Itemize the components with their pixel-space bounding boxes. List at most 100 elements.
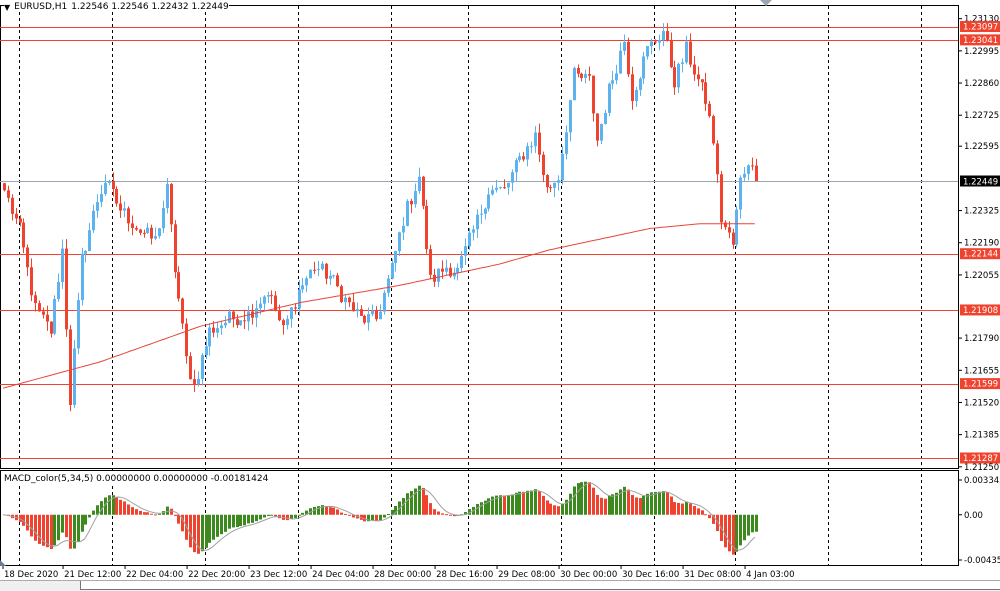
macd-bar bbox=[383, 514, 386, 518]
chart-title: ▼ EURUSD,H1 1.22546 1.22546 1.22432 1.22… bbox=[4, 2, 229, 12]
candle-body bbox=[224, 322, 227, 326]
macd-bar bbox=[662, 491, 665, 515]
candle-body bbox=[549, 187, 552, 189]
candle-body bbox=[348, 297, 351, 303]
candle-body bbox=[139, 229, 142, 233]
candle-body bbox=[298, 289, 301, 309]
candle-body bbox=[755, 165, 758, 181]
macd-bar bbox=[685, 501, 688, 515]
macd-bar bbox=[573, 486, 576, 515]
candle-body bbox=[81, 253, 84, 301]
macd-bar bbox=[666, 492, 669, 515]
macd-bar bbox=[57, 514, 60, 541]
current-price-label: 1.22449 bbox=[963, 178, 998, 188]
candle-body bbox=[301, 285, 304, 290]
time-tick-label: 21 Dec 12:00 bbox=[64, 570, 121, 580]
level-price-label: 1.23097 bbox=[963, 23, 998, 33]
macd-bar bbox=[332, 507, 335, 515]
candle-body bbox=[119, 203, 122, 211]
macd-bar bbox=[747, 514, 750, 536]
candle-body bbox=[507, 182, 510, 188]
candle-body bbox=[263, 296, 266, 304]
candle-body bbox=[414, 191, 417, 205]
candle-body bbox=[515, 160, 518, 173]
macd-bar bbox=[542, 495, 545, 515]
candle-body bbox=[69, 329, 72, 405]
candle-body bbox=[88, 230, 91, 252]
candle-body bbox=[15, 213, 18, 219]
candle-body bbox=[422, 176, 425, 206]
level-price-label: 1.21287 bbox=[963, 454, 998, 464]
macd-bar bbox=[387, 514, 390, 516]
price-tick-label: 1.21520 bbox=[964, 398, 999, 408]
candle-body bbox=[654, 41, 657, 43]
candle-body bbox=[437, 268, 440, 282]
macd-bar bbox=[530, 490, 533, 515]
bottom-scrollbar[interactable] bbox=[0, 580, 1000, 591]
candle-body bbox=[259, 303, 262, 309]
time-tick-label: 30 Dec 16:00 bbox=[622, 570, 679, 580]
candle-body bbox=[294, 307, 297, 309]
macd-bar bbox=[728, 514, 731, 552]
candle-body bbox=[216, 328, 219, 333]
candle-body bbox=[286, 318, 289, 326]
macd-bar bbox=[371, 514, 374, 521]
macd-bar bbox=[224, 514, 227, 532]
candle-body bbox=[697, 74, 700, 80]
macd-bar bbox=[449, 514, 452, 516]
macd-bar bbox=[26, 514, 29, 531]
macd-bar bbox=[755, 514, 758, 532]
dropdown-triangle-icon[interactable]: ▼ bbox=[4, 3, 10, 12]
level-price-label: 1.23041 bbox=[963, 36, 998, 46]
candle-body bbox=[441, 268, 444, 272]
candle-body bbox=[104, 182, 107, 194]
macd-bar bbox=[596, 494, 599, 515]
candle-body bbox=[329, 275, 332, 279]
macd-bar bbox=[604, 498, 607, 515]
candle-body bbox=[34, 295, 37, 304]
macd-bar bbox=[69, 514, 72, 549]
candle-body bbox=[375, 310, 378, 320]
macd-bar bbox=[232, 514, 235, 528]
macd-bar bbox=[139, 510, 142, 515]
macd-bar bbox=[693, 506, 696, 515]
candle-body bbox=[197, 378, 200, 385]
macd-bar bbox=[534, 489, 537, 515]
candle-body bbox=[267, 295, 270, 297]
candle-body bbox=[608, 83, 611, 113]
price-tick-label: 1.22055 bbox=[964, 271, 999, 281]
candle-body bbox=[526, 146, 529, 160]
candle-body bbox=[666, 31, 669, 41]
macd-bar bbox=[53, 514, 56, 546]
candle-body bbox=[321, 263, 324, 270]
macd-tick-label: 0.00 bbox=[964, 511, 983, 521]
macd-bar bbox=[751, 514, 754, 533]
macd-bar bbox=[553, 505, 556, 515]
candle-body bbox=[131, 223, 134, 228]
time-tick-label: 4 Jan 03:00 bbox=[746, 570, 794, 580]
candle-body bbox=[728, 227, 731, 233]
macd-bar bbox=[108, 495, 111, 515]
candle-body bbox=[604, 112, 607, 124]
candle-body bbox=[751, 165, 754, 167]
candle-body bbox=[658, 40, 661, 43]
macd-bar bbox=[298, 514, 301, 516]
chart-tab[interactable] bbox=[80, 581, 1000, 590]
candle-body bbox=[487, 194, 490, 209]
macd-bar bbox=[340, 512, 343, 515]
candle-body bbox=[290, 307, 293, 319]
macd-bar bbox=[274, 514, 277, 517]
candle-body bbox=[112, 180, 115, 189]
candle-body bbox=[77, 300, 80, 349]
macd-bar bbox=[584, 481, 587, 515]
price-chart[interactable]: 1.231301.229951.228601.227251.225951.223… bbox=[0, 0, 1000, 580]
macd-bar bbox=[433, 509, 436, 515]
candle-body bbox=[387, 278, 390, 293]
macd-bar bbox=[135, 509, 138, 515]
macd-bar bbox=[670, 496, 673, 515]
macd-bar bbox=[92, 510, 95, 515]
candle-body bbox=[270, 295, 273, 297]
time-tick-label: 28 Dec 16:00 bbox=[436, 570, 493, 580]
candle-body bbox=[325, 263, 328, 279]
macd-bar bbox=[635, 497, 638, 515]
